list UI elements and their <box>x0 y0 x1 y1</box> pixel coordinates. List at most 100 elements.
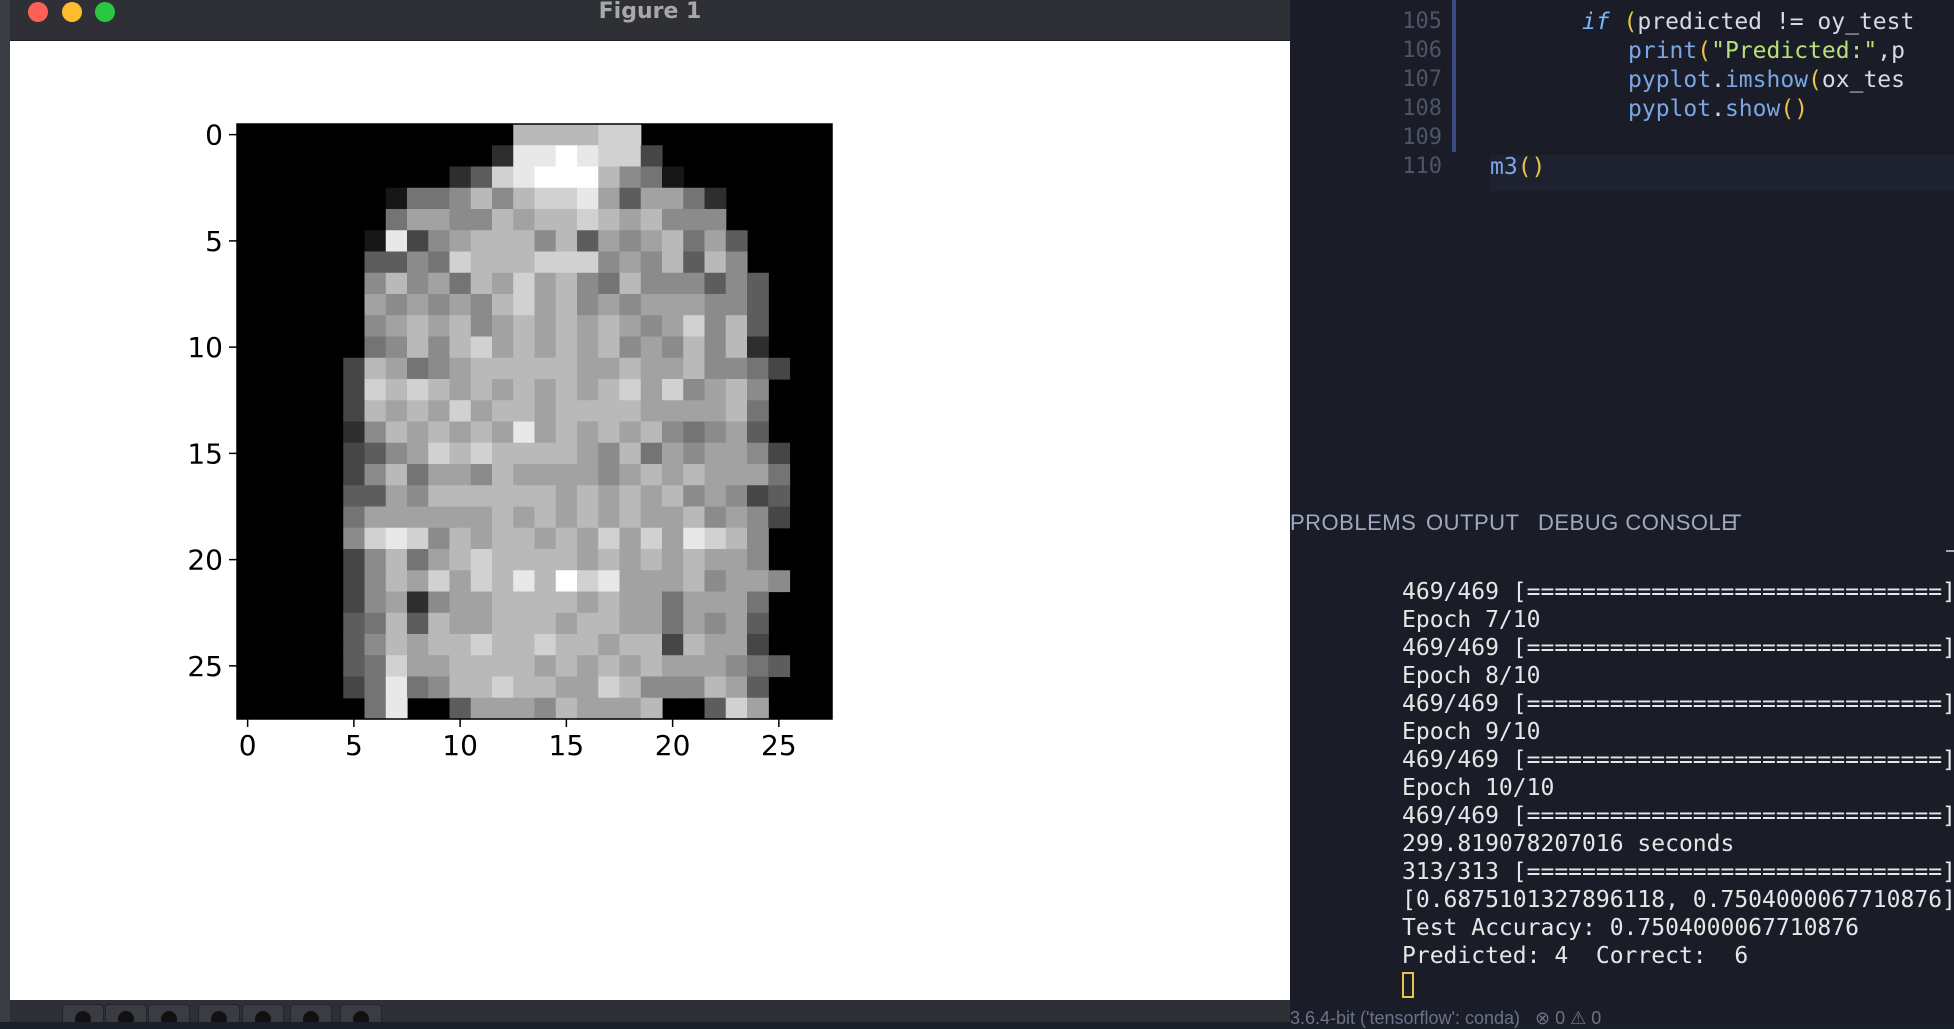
image-pixel <box>470 230 493 253</box>
image-pixel <box>747 336 769 359</box>
image-pixel <box>449 506 472 529</box>
image-pixel <box>534 294 557 316</box>
image-pixel <box>364 272 387 295</box>
image-pixel <box>534 166 557 189</box>
image-pixel <box>577 379 599 401</box>
back-icon[interactable] <box>105 1004 147 1022</box>
image-pixel <box>470 379 493 401</box>
image-pixel <box>534 187 557 210</box>
figure-window: Figure 1 0 5 10 15 20 25 0 5 10 15 20 25 <box>10 0 1290 1022</box>
image-pixel <box>747 272 769 295</box>
save-icon[interactable] <box>340 1004 382 1022</box>
image-pixel <box>428 315 451 338</box>
image-pixel <box>364 379 387 401</box>
image-pixel <box>577 612 599 635</box>
image-pixel <box>364 336 387 359</box>
image-pixel <box>364 527 387 550</box>
terminal-line: Test Accuracy: 0.7504000067710876 <box>1402 915 1859 941</box>
image-pixel <box>385 187 408 210</box>
image-pixel <box>598 315 621 338</box>
tab-output[interactable]: OUTPUT <box>1426 510 1519 536</box>
status-bar-text[interactable]: 3.6.4-bit ('tensorflow': conda) ⊗ 0 ⚠ 0 <box>1290 1008 1601 1029</box>
tab-terminal[interactable]: T <box>1728 510 1742 536</box>
code-token: p <box>1891 38 1905 64</box>
image-pixel <box>513 166 536 189</box>
image-pixel <box>640 272 663 295</box>
home-icon[interactable] <box>62 1004 104 1022</box>
image-pixel <box>577 591 599 614</box>
image-pixel <box>683 527 706 550</box>
image-pixel <box>449 485 472 508</box>
image-pixel <box>704 612 727 635</box>
image-pixel <box>513 655 536 678</box>
image-pixel <box>534 336 557 359</box>
image-pixel <box>577 272 599 295</box>
image-pixel <box>683 400 706 423</box>
image-pixel <box>364 464 387 486</box>
image-pixel <box>555 570 578 593</box>
image-pixel <box>385 315 408 338</box>
image-pixel <box>534 124 557 146</box>
image-pixel <box>428 570 451 593</box>
image-pixel <box>725 464 748 486</box>
image-pixel <box>343 464 366 486</box>
code-token: . <box>1711 96 1725 122</box>
image-pixel <box>640 612 663 635</box>
zoom-icon[interactable] <box>242 1004 284 1022</box>
tab-problems[interactable]: PROBLEMS <box>1290 510 1416 536</box>
forward-icon[interactable] <box>148 1004 190 1022</box>
code-text: m3() <box>1490 149 1545 185</box>
image-pixel <box>534 400 557 423</box>
image-pixel <box>428 527 451 550</box>
image-pixel <box>662 655 684 678</box>
image-pixel <box>619 464 642 486</box>
image-pixel <box>449 442 472 465</box>
image-pixel <box>598 145 621 168</box>
configure-icon[interactable] <box>290 1004 332 1022</box>
image-pixel <box>640 379 663 401</box>
image-pixel <box>513 336 536 359</box>
image-pixel <box>513 124 536 146</box>
code-line[interactable]: 110 m3() <box>1290 149 1954 185</box>
image-pixel <box>598 336 621 359</box>
y-tick-label: 20 <box>187 544 223 577</box>
code-token: print <box>1628 38 1698 64</box>
image-pixel <box>725 697 748 720</box>
image-pixel <box>662 676 684 699</box>
image-pixel <box>662 379 684 401</box>
image-pixel <box>492 272 514 295</box>
image-pixel <box>385 251 408 274</box>
image-pixel <box>577 336 599 359</box>
image-pixel <box>449 294 472 316</box>
image-pixel <box>725 272 748 295</box>
image-pixel <box>619 379 642 401</box>
pan-icon[interactable] <box>198 1004 240 1022</box>
background-window-edge <box>0 0 10 1022</box>
image-pixel <box>598 570 621 593</box>
image-pixel <box>704 485 727 508</box>
image-pixel <box>619 549 642 571</box>
image-pixel <box>747 442 769 465</box>
image-pixel <box>449 209 472 231</box>
image-pixel <box>492 442 514 465</box>
terminal-output[interactable]: 469/469 [==============================]… <box>1402 578 1954 998</box>
image-pixel <box>449 634 472 656</box>
image-pixel <box>428 655 451 678</box>
image-pixel <box>577 209 599 231</box>
image-pixel <box>555 251 578 274</box>
image-pixel <box>598 400 621 423</box>
image-pixel <box>555 676 578 699</box>
image-pixel <box>598 124 621 146</box>
image-pixel <box>598 272 621 295</box>
image-pixel <box>577 230 599 253</box>
image-pixel <box>683 379 706 401</box>
image-pixel <box>470 251 493 274</box>
tab-debug-console[interactable]: DEBUG CONSOLE <box>1538 510 1736 536</box>
image-pixel <box>385 357 408 380</box>
image-pixel <box>470 315 493 338</box>
image-pixel <box>449 464 472 486</box>
code-token: , <box>1877 38 1892 64</box>
image-pixel <box>598 591 621 614</box>
image-pixel <box>619 230 642 253</box>
image-pixel <box>449 357 472 380</box>
